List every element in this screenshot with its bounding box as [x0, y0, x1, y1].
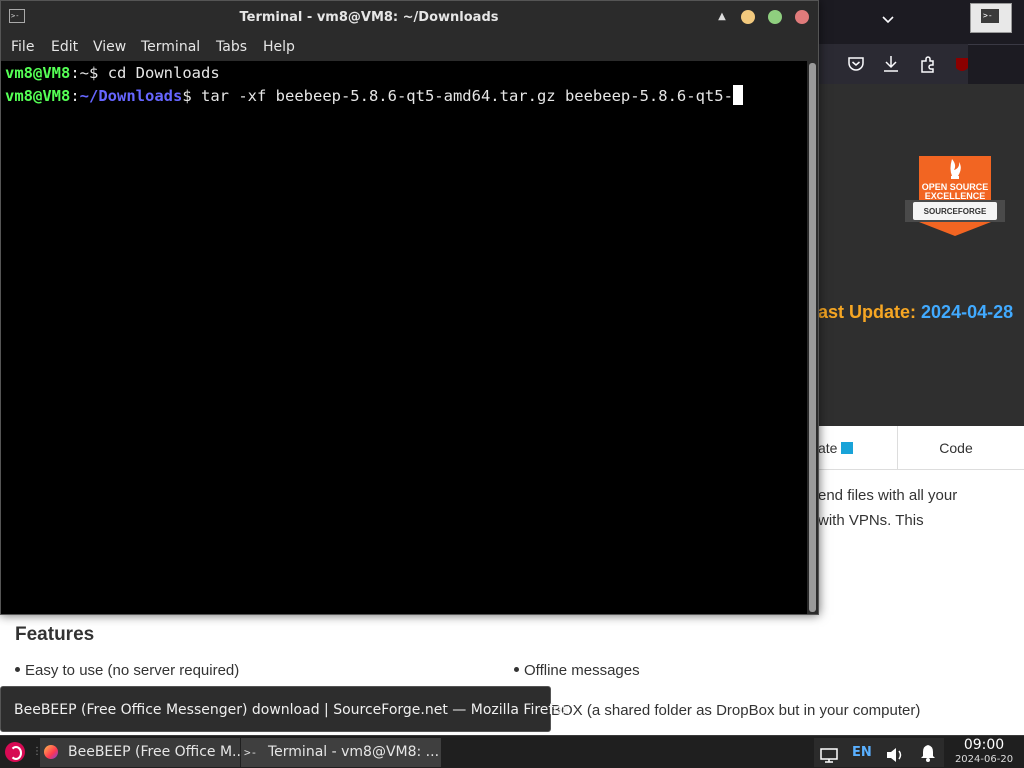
terminal-line: vm8@VM8:~/Downloads$ tar -xf beebeep-5.8… [5, 85, 803, 108]
task-label: BeeBEEP (Free Office M... [68, 744, 240, 760]
prompt-path: ~ [79, 64, 90, 82]
menu-view[interactable]: View [93, 34, 126, 61]
terminal-line: vm8@VM8:~$ cd Downloads [5, 62, 803, 85]
firefox-icon [44, 745, 58, 759]
prompt-separator: : [70, 64, 80, 82]
terminal-titlebar[interactable]: >- Terminal - vm8@VM8: ~/Downloads ▲ [1, 1, 818, 34]
last-update-date: 2024-04-28 [921, 302, 1014, 322]
description-line: with VPNs. This [818, 512, 924, 529]
text-cursor [732, 85, 743, 105]
close-button[interactable] [795, 10, 809, 24]
feature-text: Easy to use (no server required) [25, 662, 240, 679]
menu-help[interactable]: Help [263, 34, 295, 61]
command-text: cd Downloads [107, 64, 220, 82]
tab-code[interactable]: Code [898, 426, 1014, 470]
prompt-symbol: $ [89, 64, 108, 82]
clock-date[interactable]: 2024-06-20 [950, 753, 1018, 767]
volume-icon[interactable] [885, 744, 905, 762]
terminal-icon: >- [981, 9, 999, 23]
project-description: end files with all your with VPNs. This [818, 483, 1018, 533]
tab-update[interactable]: ate [818, 426, 898, 470]
feature-item: Offline messages [514, 662, 640, 679]
minimize-button[interactable] [741, 10, 755, 24]
bullet-icon [15, 667, 20, 672]
last-update-label: ast Update: [818, 302, 917, 322]
pocket-icon[interactable] [844, 52, 868, 76]
terminal-launcher-button[interactable]: >- [970, 3, 1012, 33]
download-icon[interactable] [879, 52, 903, 76]
extensions-icon[interactable] [916, 52, 940, 76]
debian-menu-icon[interactable] [5, 742, 25, 762]
project-tabs: ate Code [818, 426, 1024, 470]
task-separator-icon: ⋮ [32, 746, 42, 757]
badge-brand: SOURCEFORGE [923, 207, 987, 216]
keyboard-layout-indicator[interactable]: EN [852, 736, 872, 768]
prompt-user: vm8@VM8 [5, 87, 71, 105]
menu-file[interactable]: File [11, 34, 34, 61]
task-button-terminal[interactable]: >- Terminal - vm8@VM8: ... [241, 738, 441, 767]
prompt-symbol: $ [182, 87, 201, 105]
external-link-icon [841, 442, 854, 454]
feature-text: BOX (a shared folder as DropBox but in y… [551, 702, 921, 719]
taskbar-tooltip: BeeBEEP (Free Office Messenger) download… [0, 686, 570, 732]
project-hero-banner [818, 84, 1024, 426]
list-all-tabs-chevron-icon[interactable] [878, 10, 898, 32]
bullet-icon [514, 667, 519, 672]
description-line: end files with all your [818, 487, 958, 504]
prompt-path: ~/Downloads [79, 87, 183, 105]
clock-time[interactable]: 09:00 [950, 737, 1018, 753]
mouse-pointer-icon [166, 760, 173, 768]
menu-tabs[interactable]: Tabs [216, 34, 247, 61]
notification-bell-icon[interactable] [918, 743, 938, 763]
scrollbar-thumb[interactable] [809, 63, 816, 612]
taskbar: ⋮ BeeBEEP (Free Office M... >- Terminal … [0, 735, 1024, 768]
command-input[interactable]: tar -xf beebeep-5.8.6-qt5-amd64.tar.gz b… [201, 87, 733, 105]
task-button-firefox[interactable]: BeeBEEP (Free Office M... [40, 738, 240, 767]
terminal-scrollbar[interactable] [807, 61, 818, 614]
menu-terminal[interactable]: Terminal [141, 34, 200, 61]
terminal-output[interactable]: vm8@VM8:~$ cd Downloads vm8@VM8:~/Downloa… [1, 61, 807, 614]
terminal-window: >- Terminal - vm8@VM8: ~/Downloads ▲ Fil… [0, 0, 819, 615]
display-icon[interactable] [820, 744, 838, 763]
feature-item: Easy to use (no server required) [15, 662, 239, 679]
prompt-user: vm8@VM8 [5, 64, 71, 82]
ublock-icon[interactable] [954, 52, 968, 76]
terminal-icon: >- [244, 746, 258, 759]
tab-update-label: ate [818, 440, 838, 456]
roll-up-icon[interactable]: ▲ [715, 10, 729, 24]
window-title: Terminal - vm8@VM8: ~/Downloads [239, 10, 499, 25]
maximize-button[interactable] [768, 10, 782, 24]
last-update: ast Update: 2024-04-28 [818, 302, 1013, 323]
features-heading: Features [15, 624, 95, 645]
badge-line-2: EXCELLENCE [924, 191, 986, 201]
feature-text: Offline messages [524, 662, 640, 679]
badge-title: OPEN SOURCE EXCELLENCE [910, 183, 1000, 201]
terminal-menubar: File Edit View Terminal Tabs Help [1, 34, 818, 61]
task-label: Terminal - vm8@VM8: ... [268, 744, 440, 760]
menu-edit[interactable]: Edit [51, 34, 78, 61]
feature-item: BOX (a shared folder as DropBox but in y… [551, 702, 920, 719]
prompt-separator: : [70, 87, 80, 105]
